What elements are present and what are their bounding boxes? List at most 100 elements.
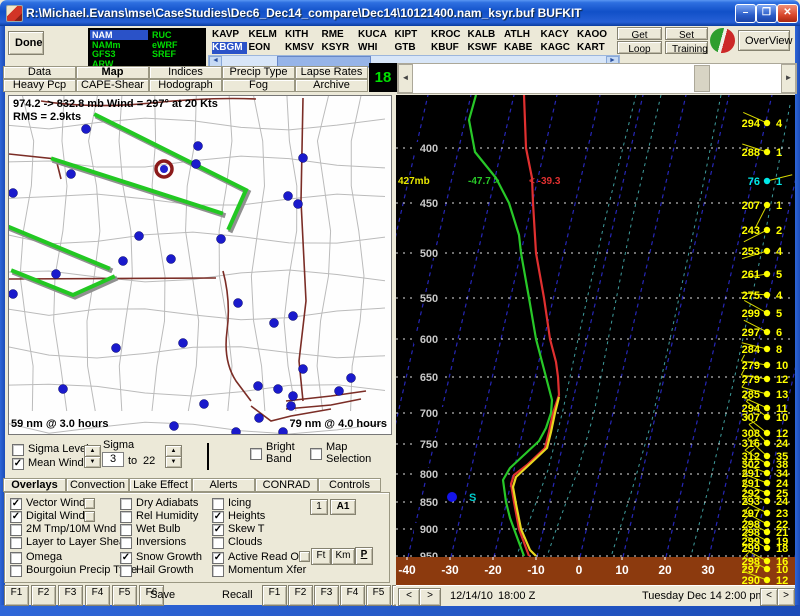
mini-button[interactable] [84,511,95,522]
mini-button[interactable] [84,498,95,509]
station-kart[interactable]: KART [577,42,612,54]
mini-button[interactable] [299,551,310,562]
station-kipt[interactable]: KIPT [395,29,430,41]
maximize-icon[interactable]: ❐ [756,4,777,23]
wind-direction-value: 316 [742,438,760,450]
fkey-recall-f3[interactable]: F3 [314,585,339,606]
checkbox-label-clouds: Clouds [228,536,262,548]
step-back-icon[interactable]: < [398,588,420,606]
wind-speed-value: 1 [776,176,782,188]
time-scroll-right-icon[interactable]: ► [781,64,796,93]
set-up-button[interactable]: Set Up [665,27,708,40]
wind-dot-icon [764,346,770,352]
checkbox-digital-winds[interactable]: ✓ [10,511,22,523]
button-ft[interactable]: Ft [311,548,331,565]
fkey-recall-f2[interactable]: F2 [288,585,313,606]
surface-marker-label: S [469,492,476,504]
step-forward-icon[interactable]: > [419,588,441,606]
fkey-save-f2[interactable]: F2 [31,585,56,606]
station-kabe[interactable]: KABE [504,42,539,54]
station-kswf[interactable]: KSWF [468,42,503,54]
checkbox-2m-tmp-10m-wnd[interactable] [10,524,22,536]
wind-dot-icon [764,310,770,316]
checkbox-heights[interactable]: ✓ [212,511,224,523]
wind-speed-value: 10 [776,360,788,372]
time-scroll-left-icon[interactable]: ◄ [398,64,413,93]
wind-dot-icon [764,470,770,476]
checkbox-rel-humidity[interactable] [120,511,132,523]
station-kaoo[interactable]: KAOO [577,29,612,41]
function-key-row: F1F2F3F4F5F6SaveRecallF1F2F3F4F5F6 [0,583,420,607]
wind-direction-value: 294 [742,118,761,130]
wind-dot-icon [764,149,770,155]
temp-tick-label: 10 [615,563,629,577]
station-kacy[interactable]: KACY [541,29,576,41]
fkey-recall-f1[interactable]: F1 [262,585,287,606]
fkey-save-f4[interactable]: F4 [85,585,110,606]
readout-dewpoint: -47.7 > [468,176,500,187]
wind-speed-value: 12 [776,575,788,585]
checkbox-momentum-xfer[interactable] [212,565,224,577]
checkbox-active-read-out[interactable]: ✓ [212,552,224,564]
button-p[interactable]: P [355,547,373,565]
status-time: 18:00 Z [498,586,535,606]
time-back-icon[interactable]: < [760,588,778,606]
temp-tick-label: 20 [658,563,672,577]
checkbox-layer-to-layer-shear[interactable] [10,537,22,549]
checkbox-bourgoiun-precip-type[interactable] [10,565,22,577]
wind-speed-value: 1 [776,200,782,212]
wind-dot-icon [764,178,770,184]
skewt-chart[interactable]: 400450500550600650700750800850900950427m… [396,95,795,585]
checkbox-inversions[interactable] [120,537,132,549]
checkbox-label-snow-growth: Snow Growth [136,551,202,563]
wind-speed-value: 13 [776,389,788,401]
station-atlh[interactable]: ATLH [504,29,539,41]
wind-dot-icon [764,391,770,397]
checkbox-icing[interactable] [212,498,224,510]
wind-direction-value: 288 [742,147,760,159]
station-kalb[interactable]: KALB [468,29,503,41]
pressure-tick-label: 400 [420,143,438,155]
fkey-recall-f4[interactable]: F4 [340,585,365,606]
station-kroc[interactable]: KROC [431,29,466,41]
button-km[interactable]: Km [331,548,355,565]
wind-speed-value: 24 [776,496,789,508]
station-kagc[interactable]: KAGC [541,42,576,54]
wind-dot-icon [764,510,770,516]
time-forward-icon[interactable]: > [777,588,795,606]
button-a1[interactable]: A1 [330,499,356,515]
fkey-save-f1[interactable]: F1 [4,585,29,606]
fkey-save-f5[interactable]: F5 [112,585,137,606]
checkbox-snow-growth[interactable]: ✓ [120,552,132,564]
time-scrollbar[interactable]: ◄ ► [397,63,797,94]
checkbox-hail-growth[interactable] [120,565,132,577]
close-icon[interactable]: ✕ [777,4,798,23]
minimize-icon[interactable]: – [735,4,756,23]
recall-label: Recall [222,589,253,601]
fkey-recall-f5[interactable]: F5 [366,585,391,606]
checkbox-dry-adiabats[interactable] [120,498,132,510]
checkbox-omega[interactable] [10,552,22,564]
station-kbuf[interactable]: KBUF [431,42,466,54]
checkbox-skew-t[interactable]: ✓ [212,524,224,536]
pressure-tick-label: 750 [420,439,438,451]
wind-dot-icon [764,545,770,551]
checkbox-clouds[interactable] [212,537,224,549]
wind-dot-icon [764,405,770,411]
checkbox-wet-bulb[interactable] [120,524,132,536]
time-scrollbar-thumb[interactable] [694,65,710,92]
wind-speed-value: 4 [776,290,783,302]
button-1[interactable]: 1 [310,499,328,515]
loop-button[interactable]: Loop [617,41,662,54]
training-button[interactable]: Training [665,41,708,54]
checkbox-vector-winds[interactable]: ✓ [10,498,22,510]
fkey-save-f3[interactable]: F3 [58,585,83,606]
station-gtb[interactable]: GTB [395,42,430,54]
pressure-tick-label: 600 [420,334,438,346]
wind-dot-icon [764,558,770,564]
checkbox-label-inversions: Inversions [136,536,186,548]
pressure-tick-label: 500 [420,248,438,260]
overview-button[interactable]: OverView [738,30,790,51]
get-data-button[interactable]: Get Data [617,27,662,40]
pressure-tick-label: 850 [420,497,438,509]
